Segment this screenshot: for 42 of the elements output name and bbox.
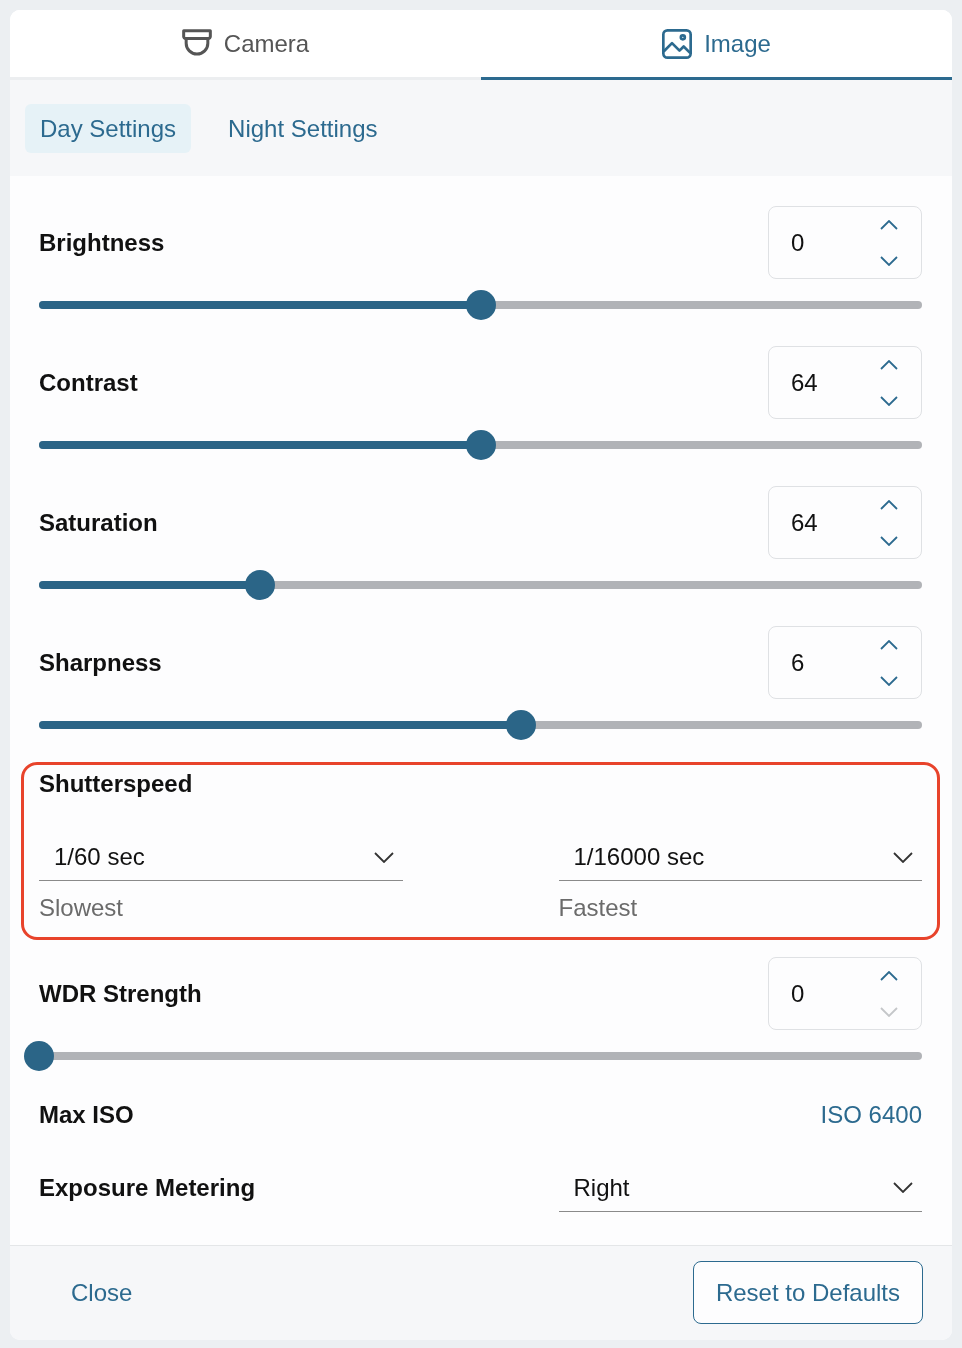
- chevron-down-icon: [373, 851, 394, 863]
- subtab[interactable]: Day Settings: [25, 104, 192, 153]
- number-field[interactable]: 64: [768, 486, 922, 559]
- chevron-down-icon: [880, 1006, 898, 1017]
- chevron-up-icon: [880, 970, 898, 981]
- select-field[interactable]: 1/60 sec: [39, 834, 403, 881]
- chevron-down-icon: [880, 675, 898, 686]
- number-field[interactable]: 64: [768, 346, 922, 419]
- slider-thumb[interactable]: [465, 430, 496, 460]
- slider-thumb[interactable]: [24, 1041, 54, 1071]
- iso-link[interactable]: ISO 6400: [820, 1101, 922, 1129]
- chevron-up-icon: [880, 359, 898, 370]
- setting-label: WDR Strength: [39, 980, 202, 1007]
- chevron-down-icon: [880, 395, 898, 406]
- slider-thumb[interactable]: [465, 290, 496, 320]
- setting-label: Sharpness: [39, 649, 162, 676]
- setting-label: Brightness: [39, 229, 165, 256]
- number-field[interactable]: 0: [768, 957, 922, 1030]
- chevron-up-icon: [880, 639, 898, 650]
- number-field[interactable]: 0: [768, 206, 922, 279]
- subtab[interactable]: Night Settings: [213, 104, 393, 153]
- setting-label: Saturation: [39, 509, 158, 536]
- chevron-up-icon: [880, 499, 898, 510]
- slider-thumb[interactable]: [244, 570, 275, 600]
- slider-thumb[interactable]: [506, 710, 537, 740]
- caption-label: Slowest: [39, 895, 125, 921]
- caption-label: Fastest: [558, 895, 639, 921]
- chevron-down-icon: [893, 1182, 913, 1193]
- chevron-down-icon: [893, 851, 913, 863]
- chevron-down-icon: [880, 255, 898, 266]
- setting-label: Exposure Metering: [39, 1175, 256, 1201]
- image-icon: [662, 28, 693, 59]
- chevron-down-icon: [880, 535, 898, 546]
- close-button[interactable]: Close: [39, 1261, 165, 1324]
- setting-label: Max ISO: [39, 1102, 134, 1128]
- setting-label: Contrast: [39, 369, 138, 396]
- reset-button[interactable]: Reset to Defaults: [692, 1261, 923, 1324]
- select-field[interactable]: Right: [558, 1164, 922, 1212]
- chevron-up-icon: [880, 219, 898, 230]
- select-field[interactable]: 1/16000 sec: [558, 834, 922, 881]
- number-field[interactable]: 6: [768, 626, 922, 699]
- setting-label: Shutterspeed: [39, 770, 193, 797]
